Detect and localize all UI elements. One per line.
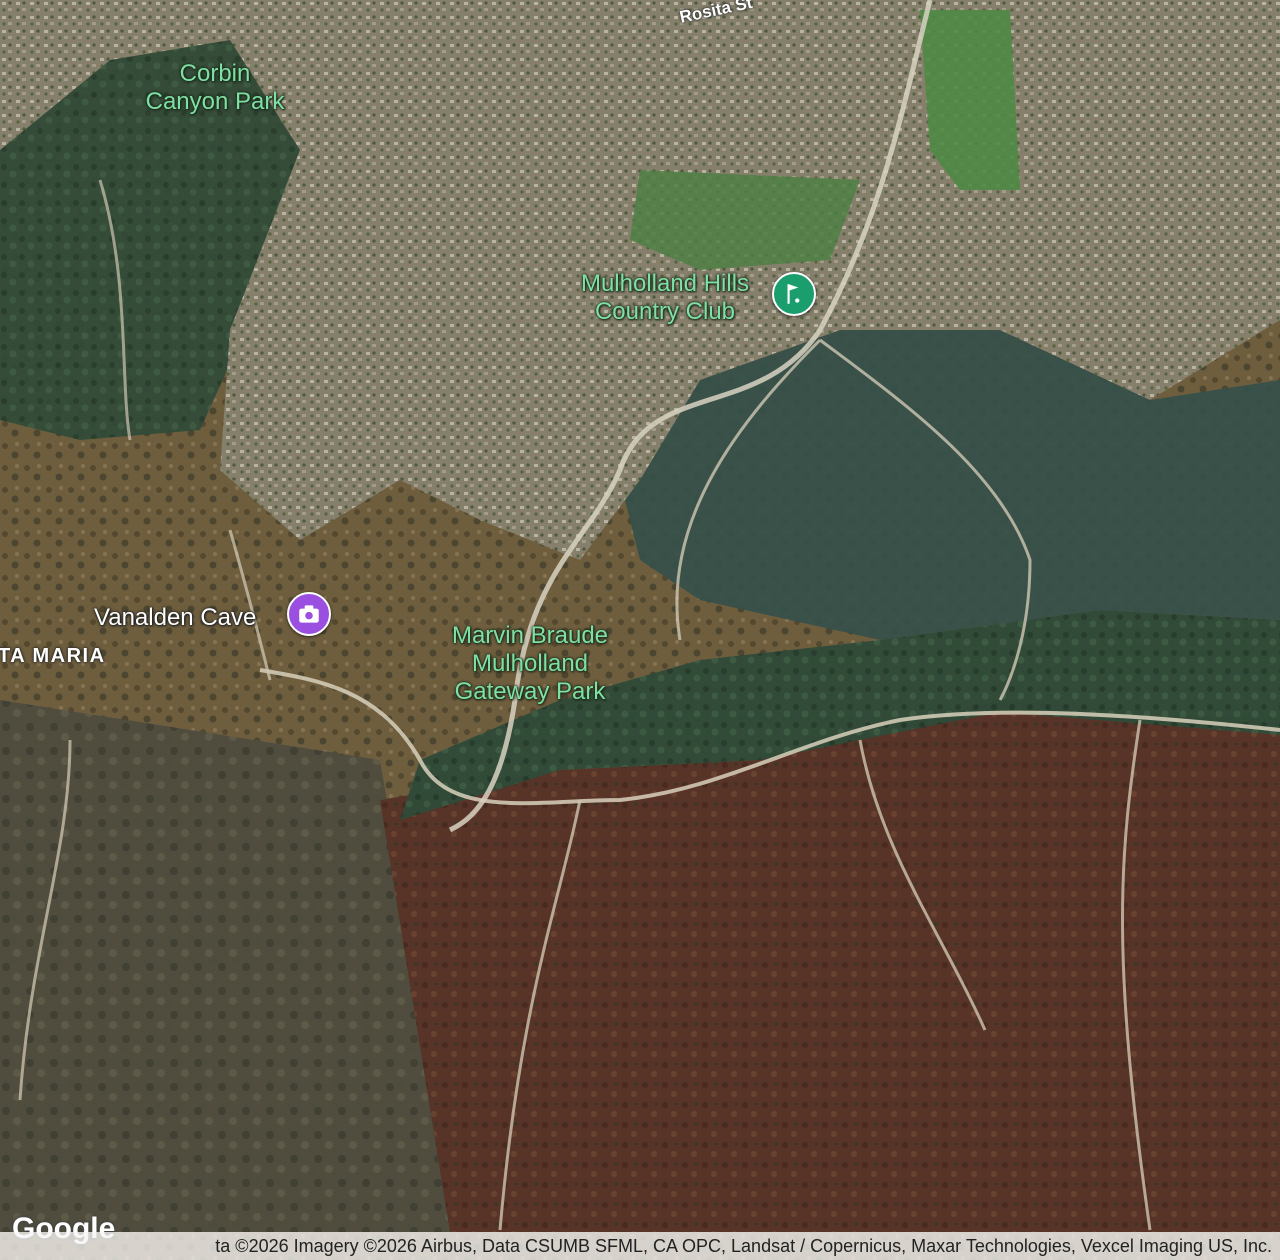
park-label-line: Mulholland (471, 650, 589, 677)
park-label-line: Gateway Park (454, 678, 606, 705)
place-label-line: Mulholland Hills (580, 270, 750, 297)
park-label-line: Corbin (179, 60, 251, 87)
golf-icon (787, 284, 800, 304)
park-label-corbin-canyon[interactable]: Corbin Canyon Park (130, 60, 300, 116)
park-label-line: Canyon Park (145, 88, 285, 115)
place-label-mulholland-hills[interactable]: Mulholland Hills Country Club (560, 270, 770, 326)
camera-icon (299, 605, 319, 623)
park-label-marvin-braude[interactable]: Marvin Braude Mulholland Gateway Park (425, 622, 635, 706)
photo-marker[interactable] (287, 592, 331, 636)
golf-marker[interactable] (772, 272, 816, 316)
satellite-map[interactable]: Rosita St Corbin Canyon Park Mulholland … (0, 0, 1280, 1260)
map-attribution-bar: ta ©2026 Imagery ©2026 Airbus, Data CSUM… (0, 1232, 1280, 1260)
attribution-text[interactable]: ta ©2026 Imagery ©2026 Airbus, Data CSUM… (215, 1236, 1280, 1257)
poi-label-vanalden-cave[interactable]: Vanalden Cave (94, 604, 256, 632)
area-label-santa-maria[interactable]: TA MARIA (0, 645, 106, 668)
park-label-line: Marvin Braude (451, 622, 609, 649)
place-label-line: Country Club (594, 298, 736, 325)
